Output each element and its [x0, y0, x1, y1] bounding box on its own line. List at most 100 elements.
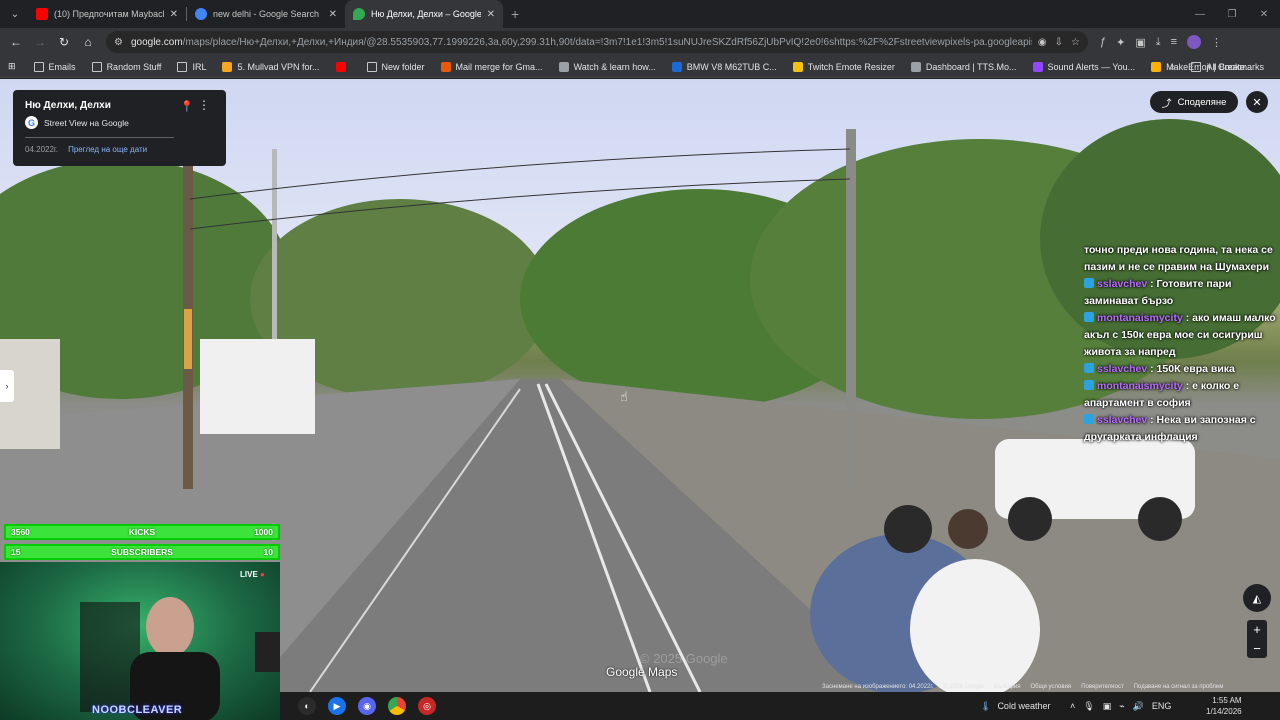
tray-app-icon[interactable]: ▣: [1103, 701, 1112, 712]
bookmark-folder[interactable]: Random Stuff: [84, 56, 170, 78]
extensions-area: ƒ ✦ ▣ ⤓ ≡ ⋮: [1100, 35, 1222, 49]
app-icon[interactable]: ▶: [328, 697, 346, 715]
kicks-goal: 1000: [254, 527, 273, 537]
chrome-icon[interactable]: [388, 697, 406, 715]
all-bookmarks-folder[interactable]: All Bookmarks: [1183, 56, 1272, 78]
more-options-icon[interactable]: ⋮: [198, 98, 210, 112]
extension-icon[interactable]: ƒ: [1100, 36, 1106, 48]
system-tray: ˄ 🎙 ▣ ⌁ 🔊 ENG: [1070, 692, 1171, 720]
zoom-in-button[interactable]: +: [1253, 622, 1261, 637]
streamer-name: NOOBCLEAVER: [92, 704, 183, 716]
bookmark-folder[interactable]: Emails: [26, 56, 84, 78]
bookmark-item[interactable]: Twitch Emote Resizer: [785, 56, 903, 78]
weather-widget[interactable]: 🌡 Cold weather: [980, 692, 1050, 720]
language-indicator[interactable]: ENG: [1152, 701, 1172, 711]
close-tab-icon[interactable]: ✕: [329, 9, 337, 20]
more-bookmarks-icon[interactable]: »: [1170, 56, 1176, 78]
bookmark-item[interactable]: Watch & learn how...: [551, 56, 664, 78]
home-button[interactable]: ⌂: [76, 30, 100, 54]
bookmark-item[interactable]: Mail merge for Gma...: [433, 56, 551, 78]
bookmark-item[interactable]: [328, 56, 359, 78]
site-info-icon[interactable]: ⚙: [114, 37, 123, 48]
back-button[interactable]: ←: [4, 30, 28, 54]
folder-icon: [1191, 62, 1202, 72]
bookmark-item[interactable]: Dashboard | TTS.Mo...: [903, 56, 1025, 78]
bookmark-label: Mail merge for Gma...: [455, 61, 543, 72]
location-icon[interactable]: ◉: [1038, 37, 1047, 48]
kick-badge-icon: [1084, 278, 1094, 288]
compass-icon[interactable]: ◭: [1243, 584, 1271, 612]
location-pin-icon[interactable]: 📍: [180, 100, 194, 113]
bookmark-label: Watch & learn how...: [573, 61, 656, 72]
live-label: LIVE: [240, 570, 258, 579]
bookmark-label: Dashboard | TTS.Mo...: [925, 61, 1017, 72]
kick-badge-icon: [1084, 414, 1094, 424]
bookmark-item[interactable]: 5. Mullvad VPN for...: [214, 56, 327, 78]
network-icon[interactable]: ⌁: [1119, 701, 1124, 712]
extension-icon[interactable]: ✦: [1116, 36, 1125, 49]
taskbar-apps: ◐ ▶ ◉ ◎: [298, 697, 436, 715]
chat-message: sslavchev : 150К евра вика: [1084, 361, 1280, 378]
share-button[interactable]: ⤴ Споделяне: [1150, 91, 1238, 113]
minimize-button[interactable]: —: [1184, 9, 1216, 20]
more-dates-link[interactable]: Преглед на още дати: [68, 145, 147, 154]
extensions-puzzle-icon[interactable]: ▣: [1135, 36, 1145, 49]
clock[interactable]: 1:55 AM 1/14/2026: [1206, 695, 1242, 717]
tab-youtube[interactable]: (10) Предпочитам Maybach пред ✕: [28, 0, 186, 28]
youtube-favicon-icon: [36, 8, 48, 20]
date-row: 04.2022г. Преглед на още дати: [25, 145, 214, 154]
site-favicon-icon: [910, 61, 921, 72]
new-tab-button[interactable]: +: [511, 6, 519, 22]
volume-icon[interactable]: 🔊: [1133, 701, 1144, 712]
apps-grid-icon[interactable]: ⊞: [0, 56, 26, 78]
install-icon[interactable]: ⇩: [1055, 37, 1063, 48]
chat-username: sslavchev: [1097, 278, 1148, 290]
chat-username: sslavchev: [1097, 414, 1148, 426]
bookmark-star-icon[interactable]: ☆: [1071, 37, 1080, 48]
tab-search-icon[interactable]: ⌄: [2, 4, 28, 24]
profile-avatar-icon[interactable]: [1187, 35, 1202, 49]
close-tab-icon[interactable]: ✕: [170, 9, 178, 20]
close-tab-icon[interactable]: ✕: [487, 9, 495, 20]
forward-button[interactable]: →: [28, 30, 52, 54]
chat-message: sslavchev : Нека ви запозная с другаркат…: [1084, 412, 1280, 446]
bookmark-label: Sound Alerts — You...: [1047, 61, 1136, 72]
all-bookmarks-label: All Bookmarks: [1206, 62, 1264, 72]
tab-google-maps[interactable]: Ню Делхи, Делхи – Google Ка ✕: [345, 0, 503, 28]
discord-icon[interactable]: ◉: [358, 697, 376, 715]
mic-icon[interactable]: 🎙: [1083, 701, 1094, 712]
reload-button[interactable]: ↻: [52, 30, 76, 54]
app-icon[interactable]: ◎: [418, 697, 436, 715]
live-dot-icon: ●: [260, 570, 265, 579]
obs-icon[interactable]: ◐: [298, 697, 316, 715]
bookmark-folder[interactable]: IRL: [169, 56, 214, 78]
tab-label: new delhi - Google Search: [213, 9, 320, 19]
browser-menu-icon[interactable]: ⋮: [1211, 36, 1222, 49]
site-favicon-icon: [671, 61, 682, 72]
tray-chevron-icon[interactable]: ˄: [1070, 701, 1075, 711]
tab-google-search[interactable]: new delhi - Google Search ✕: [187, 0, 345, 28]
close-window-button[interactable]: ✕: [1248, 9, 1280, 20]
close-street-view-button[interactable]: ✕: [1246, 91, 1268, 113]
bookmark-item[interactable]: Sound Alerts — You...: [1025, 56, 1144, 78]
google-favicon-icon: [195, 8, 207, 20]
weather-label: Cold weather: [997, 701, 1051, 711]
bookmark-item[interactable]: BMW V8 M62TUB C...: [664, 56, 785, 78]
source-row: G Street View на Google: [25, 116, 214, 129]
browser-toolbar: ← → ↻ ⌂ ⚙ google.com /maps/place/Ню+Делх…: [0, 28, 1280, 56]
bookmark-folder[interactable]: New folder: [359, 56, 433, 78]
bookmark-label: IRL: [192, 61, 207, 72]
maximize-button[interactable]: ❐: [1216, 9, 1248, 20]
chat-username: montanaismycity: [1097, 380, 1183, 392]
media-control-icon[interactable]: ≡: [1171, 36, 1177, 48]
clock-time: 1:55 AM: [1212, 696, 1242, 705]
zoom-out-button[interactable]: −: [1253, 641, 1261, 656]
download-icon[interactable]: ⤓: [1156, 36, 1161, 49]
image-watermark: © 2025 Google: [640, 651, 728, 666]
expand-panel-arrow-icon[interactable]: ›: [0, 370, 14, 402]
address-bar[interactable]: ⚙ google.com /maps/place/Ню+Делхи,+Делхи…: [106, 31, 1088, 53]
folder-icon: [91, 61, 102, 72]
bookmark-label: Emails: [48, 61, 76, 72]
share-label: Споделяне: [1177, 96, 1227, 108]
chat-text: точно преди нова година, та нека се пази…: [1084, 244, 1273, 273]
